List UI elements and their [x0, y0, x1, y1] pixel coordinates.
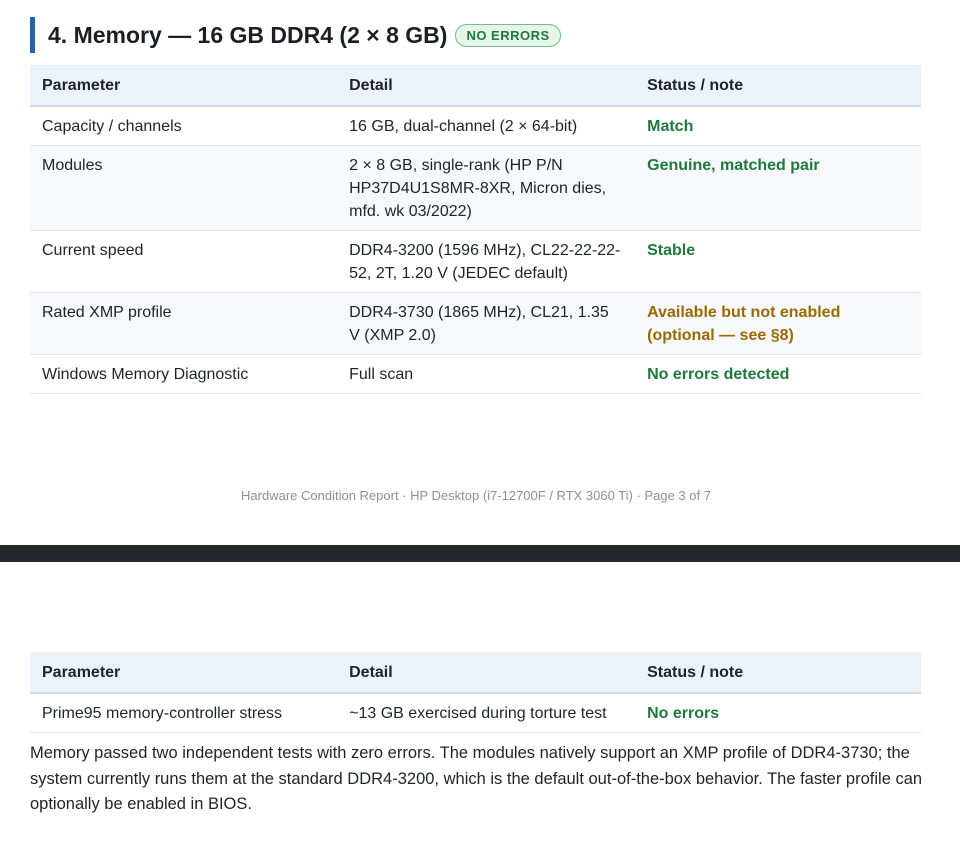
status-badge: NO ERRORS: [455, 23, 561, 47]
section-title: 4. Memory — 16 GB DDR4 (2 × 8 GB): [48, 21, 448, 48]
table-row: Current speed DDR4-3200 (1596 MHz), CL22…: [30, 230, 921, 293]
column-header-status: Status / note: [635, 652, 921, 694]
status-cell: Genuine, matched pair: [635, 145, 921, 231]
report-page-3: 4. Memory — 16 GB DDR4 (2 × 8 GB) NO ERR…: [0, 0, 960, 545]
memory-table: Parameter Detail Status / note Capacity …: [30, 65, 921, 394]
parameter-cell: Current speed: [30, 230, 338, 293]
parameter-cell: Windows Memory Diagnostic: [30, 354, 338, 394]
detail-cell: 16 GB, dual-channel (2 × 64-bit): [337, 106, 636, 146]
table-header-row: Parameter Detail Status / note: [30, 652, 921, 694]
memory-table-continued: Parameter Detail Status / note Prime95 m…: [30, 652, 921, 733]
table-row: Prime95 memory-controller stress ~13 GB …: [30, 693, 921, 733]
column-header-detail: Detail: [337, 65, 636, 107]
table-row: Rated XMP profile DDR4-3730 (1865 MHz), …: [30, 292, 921, 355]
status-cell: No errors detected: [635, 354, 921, 394]
column-header-parameter: Parameter: [30, 65, 338, 107]
page-footer: Hardware Condition Report · HP Desktop (…: [241, 488, 711, 503]
parameter-cell: Modules: [30, 145, 338, 231]
table-row: Capacity / channels 16 GB, dual-channel …: [30, 106, 921, 146]
table-row: Windows Memory Diagnostic Full scan No e…: [30, 354, 921, 394]
table-header-row: Parameter Detail Status / note: [30, 65, 921, 107]
section-heading: 4. Memory — 16 GB DDR4 (2 × 8 GB) NO ERR…: [30, 17, 561, 53]
column-header-detail: Detail: [337, 652, 636, 694]
status-cell: Stable: [635, 230, 921, 293]
column-header-parameter: Parameter: [30, 652, 338, 694]
column-header-status: Status / note: [635, 65, 921, 107]
table-row: Modules 2 × 8 GB, single-rank (HP P/N HP…: [30, 145, 921, 231]
status-cell: Available but not enabled (optional — se…: [635, 292, 921, 355]
detail-cell: 2 × 8 GB, single-rank (HP P/N HP37D4U1S8…: [337, 145, 636, 231]
detail-cell: DDR4-3200 (1596 MHz), CL22-22-22-52, 2T,…: [337, 230, 636, 293]
detail-cell: DDR4-3730 (1865 MHz), CL21, 1.35 V (XMP …: [337, 292, 636, 355]
status-cell: Match: [635, 106, 921, 146]
parameter-cell: Capacity / channels: [30, 106, 338, 146]
detail-cell: Full scan: [337, 354, 636, 394]
status-cell: No errors: [635, 693, 921, 733]
summary-paragraph: Memory passed two independent tests with…: [30, 744, 923, 813]
page-break-divider: [0, 545, 960, 562]
parameter-cell: Prime95 memory-controller stress: [30, 693, 338, 733]
parameter-cell: Rated XMP profile: [30, 292, 338, 355]
detail-cell: ~13 GB exercised during torture test: [337, 693, 636, 733]
